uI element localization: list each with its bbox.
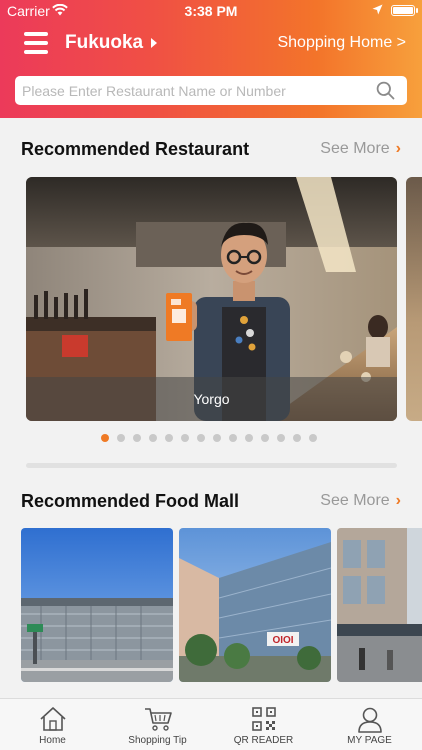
see-more-label: See More (320, 492, 390, 509)
tab-home[interactable]: Home (0, 699, 105, 750)
slide-caption: Yorgo (26, 377, 397, 421)
carousel-dot[interactable] (149, 434, 157, 442)
food-mall-card[interactable]: OIOI (179, 528, 331, 682)
location-arrow-icon (372, 4, 383, 15)
city-selector[interactable]: Fukuoka (65, 32, 143, 54)
menu-button[interactable] (24, 30, 50, 56)
carousel-dot[interactable] (293, 434, 301, 442)
carousel-dot[interactable] (133, 434, 141, 442)
carousel-dot[interactable] (197, 434, 205, 442)
chevron-right-icon: › (395, 140, 401, 157)
shopping-home-link[interactable]: Shopping Home > (277, 34, 406, 52)
bottom-tab-bar: Home Shopping Tip QR READER MY PAGE (0, 698, 422, 750)
food-mall-see-more-link[interactable]: See More › (320, 492, 401, 510)
food-mall-photo (21, 528, 173, 682)
carousel-dot[interactable] (309, 434, 317, 442)
user-icon (357, 707, 382, 733)
home-icon (39, 707, 66, 731)
carousel-dot[interactable] (261, 434, 269, 442)
carousel-dot[interactable] (117, 434, 125, 442)
tab-shopping-tip[interactable]: Shopping Tip (105, 699, 210, 750)
chevron-right-icon: › (395, 492, 401, 509)
food-mall-photo (337, 528, 422, 682)
carousel-dot[interactable] (277, 434, 285, 442)
food-mall-photo: OIOI (179, 528, 331, 682)
qr-icon (251, 707, 276, 731)
mall-sign: OIOI (272, 635, 293, 646)
see-more-label: See More (320, 140, 390, 157)
battery-icon (391, 5, 418, 16)
restaurant-carousel-slide[interactable]: Yorgo (26, 177, 397, 421)
carousel-dot[interactable] (213, 434, 221, 442)
cart-icon (144, 708, 172, 731)
status-time: 3:38 PM (184, 3, 238, 19)
city-caret-icon (151, 38, 157, 48)
tab-label: QR READER (233, 735, 294, 746)
app-header: Carrier 3:38 PM Fukuoka Shopping Home > (0, 0, 422, 118)
food-mall-card[interactable] (337, 528, 422, 682)
tab-label: Shopping Tip (128, 735, 187, 746)
search-bar (15, 76, 407, 105)
tab-label: MY PAGE (347, 735, 392, 746)
carousel-dot[interactable] (229, 434, 237, 442)
search-icon[interactable] (376, 81, 395, 100)
search-input[interactable] (15, 76, 375, 105)
tab-my-page[interactable]: MY PAGE (317, 699, 422, 750)
carousel-dot[interactable] (245, 434, 253, 442)
tab-qr-reader[interactable]: QR READER (211, 699, 316, 750)
next-slide-preview[interactable] (406, 177, 422, 421)
restaurant-see-more-link[interactable]: See More › (320, 140, 401, 158)
food-mall-section-title: Recommended Food Mall (21, 491, 240, 511)
section-divider (26, 463, 397, 468)
carousel-dot[interactable] (181, 434, 189, 442)
carousel-dot[interactable] (101, 434, 109, 442)
restaurant-section-title: Recommended Restaurant (21, 139, 250, 159)
carousel-dot[interactable] (165, 434, 173, 442)
status-bar: Carrier 3:38 PM (0, 0, 422, 22)
tab-label: Home (39, 735, 66, 746)
food-mall-card[interactable] (21, 528, 173, 682)
